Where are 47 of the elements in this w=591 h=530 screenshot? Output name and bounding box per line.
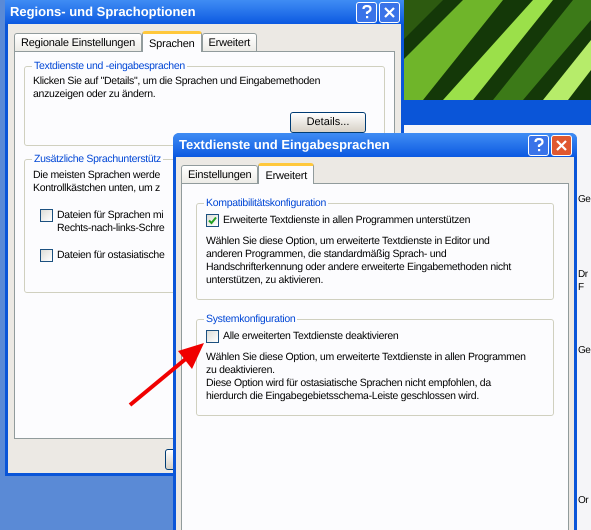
checkbox[interactable] <box>206 330 219 344</box>
close-icon <box>556 140 567 150</box>
help-icon <box>362 5 372 19</box>
tab[interactable]: Erweitert <box>258 163 314 184</box>
description-text: Dateien für Sprachen mi <box>57 209 164 222</box>
label-text: Ge <box>578 344 590 357</box>
help-button[interactable] <box>356 2 377 22</box>
window-title: Textdienste und Eingabesprachen <box>179 136 390 154</box>
checkbox-label[interactable]: Alle erweiterten Textdienste deaktivieren <box>223 329 398 345</box>
tab[interactable]: Erweitert <box>202 33 258 51</box>
description-text: Diese Option wird für ostasiatische Sprachen nicht empfohlen, da <box>206 376 491 390</box>
checkbox[interactable] <box>206 214 219 228</box>
description-text: anderen Programmen, die standardmäßig Sprach- und <box>206 248 446 261</box>
checkbox[interactable] <box>40 209 53 222</box>
description-text: Dateien für ostasiatische <box>57 249 164 262</box>
group-title: Systemkonfiguration <box>204 312 298 326</box>
description-text: anzuzeigen oder zu ändern. <box>33 88 156 101</box>
tab[interactable]: Einstellungen <box>181 165 258 183</box>
close-icon <box>384 6 395 18</box>
description-text: Die meisten Sprachen werde <box>33 169 160 182</box>
description-text: Rechts-nach-links-Schre <box>57 222 164 235</box>
close-button[interactable] <box>379 2 400 22</box>
help-button[interactable] <box>528 134 549 156</box>
help-icon <box>534 138 544 152</box>
label-text: Or <box>578 494 588 507</box>
label-text: Ge <box>578 193 590 206</box>
description-text: Kontrollkästchen unten, um z <box>33 182 160 195</box>
check-icon <box>208 216 217 226</box>
description-text: hierdurch die Eingabegebietsschema-Leiste geschlossen wird. <box>206 390 479 403</box>
description-text: Wählen Sie diese Option, um erweiterte Textdienste in Editor und <box>206 234 490 248</box>
group-title: Textdienste und -eingabesprachen <box>32 59 187 73</box>
description-text: Wählen Sie diese Option, um erweiterte Textdienste in allen Programmen <box>206 350 526 364</box>
description-text: zu deaktivieren. <box>206 364 275 377</box>
group-title: Zusätzliche Sprachunterstütz <box>32 152 163 166</box>
tab[interactable]: Sprachen <box>142 31 202 52</box>
checkbox[interactable] <box>40 249 53 262</box>
window-title: Regions- und Sprachoptionen <box>10 3 196 22</box>
description-text: Klicken Sie auf "Details", um die Sprachen und Eingabemethoden <box>33 75 320 88</box>
description-text: Handschrifterkennung oder andere erweiterte Eingabemethoden nicht <box>206 260 512 274</box>
details-button[interactable]: Details... <box>290 112 366 133</box>
tab[interactable]: Regionale Einstellungen <box>14 33 142 51</box>
checkbox-label[interactable]: Erweiterte Textdienste in allen Programmen unterstützen <box>223 213 470 229</box>
description-text: unterstützen, zu aktivieren. <box>206 274 324 287</box>
label-text: F <box>578 281 584 294</box>
group-title: Kompatibilitätskonfiguration <box>204 196 328 210</box>
label-text: Dr <box>578 268 588 281</box>
close-button[interactable] <box>551 134 572 156</box>
